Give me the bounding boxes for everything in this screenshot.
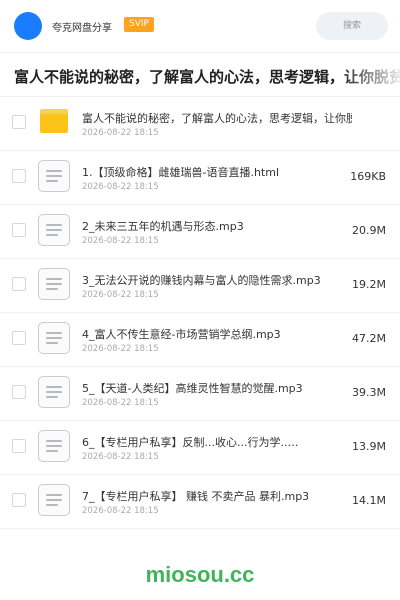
file-list: 富人不能说的秘密，了解富人的心法，思考逻辑，让你脱… 2026-08-22 18…: [0, 97, 400, 529]
svip-badge: SVIP: [124, 17, 154, 32]
title-bar: 富人不能说的秘密，了解富人的心法，思考逻辑，让你脱贫: [0, 52, 400, 97]
list-item[interactable]: 3_无法公开说的赚钱内幕与富人的隐性需求.mp3 2026-08-22 18:1…: [0, 259, 400, 313]
document-icon: [38, 430, 70, 462]
watermark: miosou.cc: [145, 562, 255, 587]
item-date: 2026-08-22 18:15: [82, 398, 159, 408]
checkbox[interactable]: [12, 385, 26, 399]
list-item[interactable]: 4_富人不传生意经-市场营销学总纲.mp3 2026-08-22 18:15 4…: [0, 313, 400, 367]
item-date: 2026-08-22 18:15: [82, 182, 159, 192]
list-item-folder[interactable]: 富人不能说的秘密，了解富人的心法，思考逻辑，让你脱… 2026-08-22 18…: [0, 97, 400, 151]
document-icon: [38, 214, 70, 246]
item-name: 4_富人不传生意经-市场营销学总纲.mp3: [82, 328, 281, 341]
checkbox[interactable]: [12, 493, 26, 507]
title-fade: [340, 53, 400, 96]
checkbox[interactable]: [12, 115, 26, 129]
item-date: 2026-08-22 18:15: [82, 506, 159, 516]
item-name: 1.【顶级命格】雌雄瑞兽-语音直播.html: [82, 166, 280, 179]
item-name: 5_【天道-人类纪】高维灵性智慧的觉醒.mp3: [82, 382, 303, 395]
document-icon: [38, 376, 70, 408]
item-name: 富人不能说的秘密，了解富人的心法，思考逻辑，让你脱…: [82, 112, 352, 125]
checkbox[interactable]: [12, 277, 26, 291]
list-item[interactable]: 2_未来三五年的机遇与形态.mp3 2026-08-22 18:15 20.9M: [0, 205, 400, 259]
item-name: 7_【专栏用户私享】 赚钱 不卖产品 暴利.mp3: [82, 490, 310, 503]
item-size: 47.2M: [352, 332, 386, 345]
item-date: 2026-08-22 18:15: [82, 236, 159, 246]
item-size: 14.1M: [352, 494, 386, 507]
item-size: 20.9M: [352, 224, 386, 237]
search-input[interactable]: 搜索: [316, 12, 388, 40]
document-icon: [38, 322, 70, 354]
checkbox[interactable]: [12, 223, 26, 237]
document-icon: [38, 160, 70, 192]
item-size: 19.2M: [352, 278, 386, 291]
list-item[interactable]: 6_【专栏用户私享】反制...收心...行为学..… 2026-08-22 18…: [0, 421, 400, 475]
item-name: 2_未来三五年的机遇与形态.mp3: [82, 220, 244, 233]
document-icon: [38, 268, 70, 300]
checkbox[interactable]: [12, 439, 26, 453]
list-item[interactable]: 1.【顶级命格】雌雄瑞兽-语音直播.html 2026-08-22 18:15 …: [0, 151, 400, 205]
item-size: 39.3M: [352, 386, 386, 399]
user-name: 夸克网盘分享: [52, 23, 112, 34]
document-icon: [38, 484, 70, 516]
checkbox[interactable]: [12, 331, 26, 345]
item-size: 13.9M: [352, 440, 386, 453]
avatar[interactable]: [14, 12, 42, 40]
list-item[interactable]: 7_【专栏用户私享】 赚钱 不卖产品 暴利.mp3 2026-08-22 18:…: [0, 475, 400, 529]
item-name: 3_无法公开说的赚钱内幕与富人的隐性需求.mp3: [82, 274, 321, 287]
item-size: 169KB: [350, 170, 386, 183]
list-item[interactable]: 5_【天道-人类纪】高维灵性智慧的觉醒.mp3 2026-08-22 18:15…: [0, 367, 400, 421]
item-date: 2026-08-22 18:15: [82, 128, 159, 138]
header: 夸克网盘分享 SVIP 搜索: [0, 0, 400, 52]
item-name: 6_【专栏用户私享】反制...收心...行为学..…: [82, 436, 299, 449]
checkbox[interactable]: [12, 169, 26, 183]
item-date: 2026-08-22 18:15: [82, 290, 159, 300]
item-date: 2026-08-22 18:15: [82, 344, 159, 354]
item-date: 2026-08-22 18:15: [82, 452, 159, 462]
folder-icon: [40, 109, 68, 133]
